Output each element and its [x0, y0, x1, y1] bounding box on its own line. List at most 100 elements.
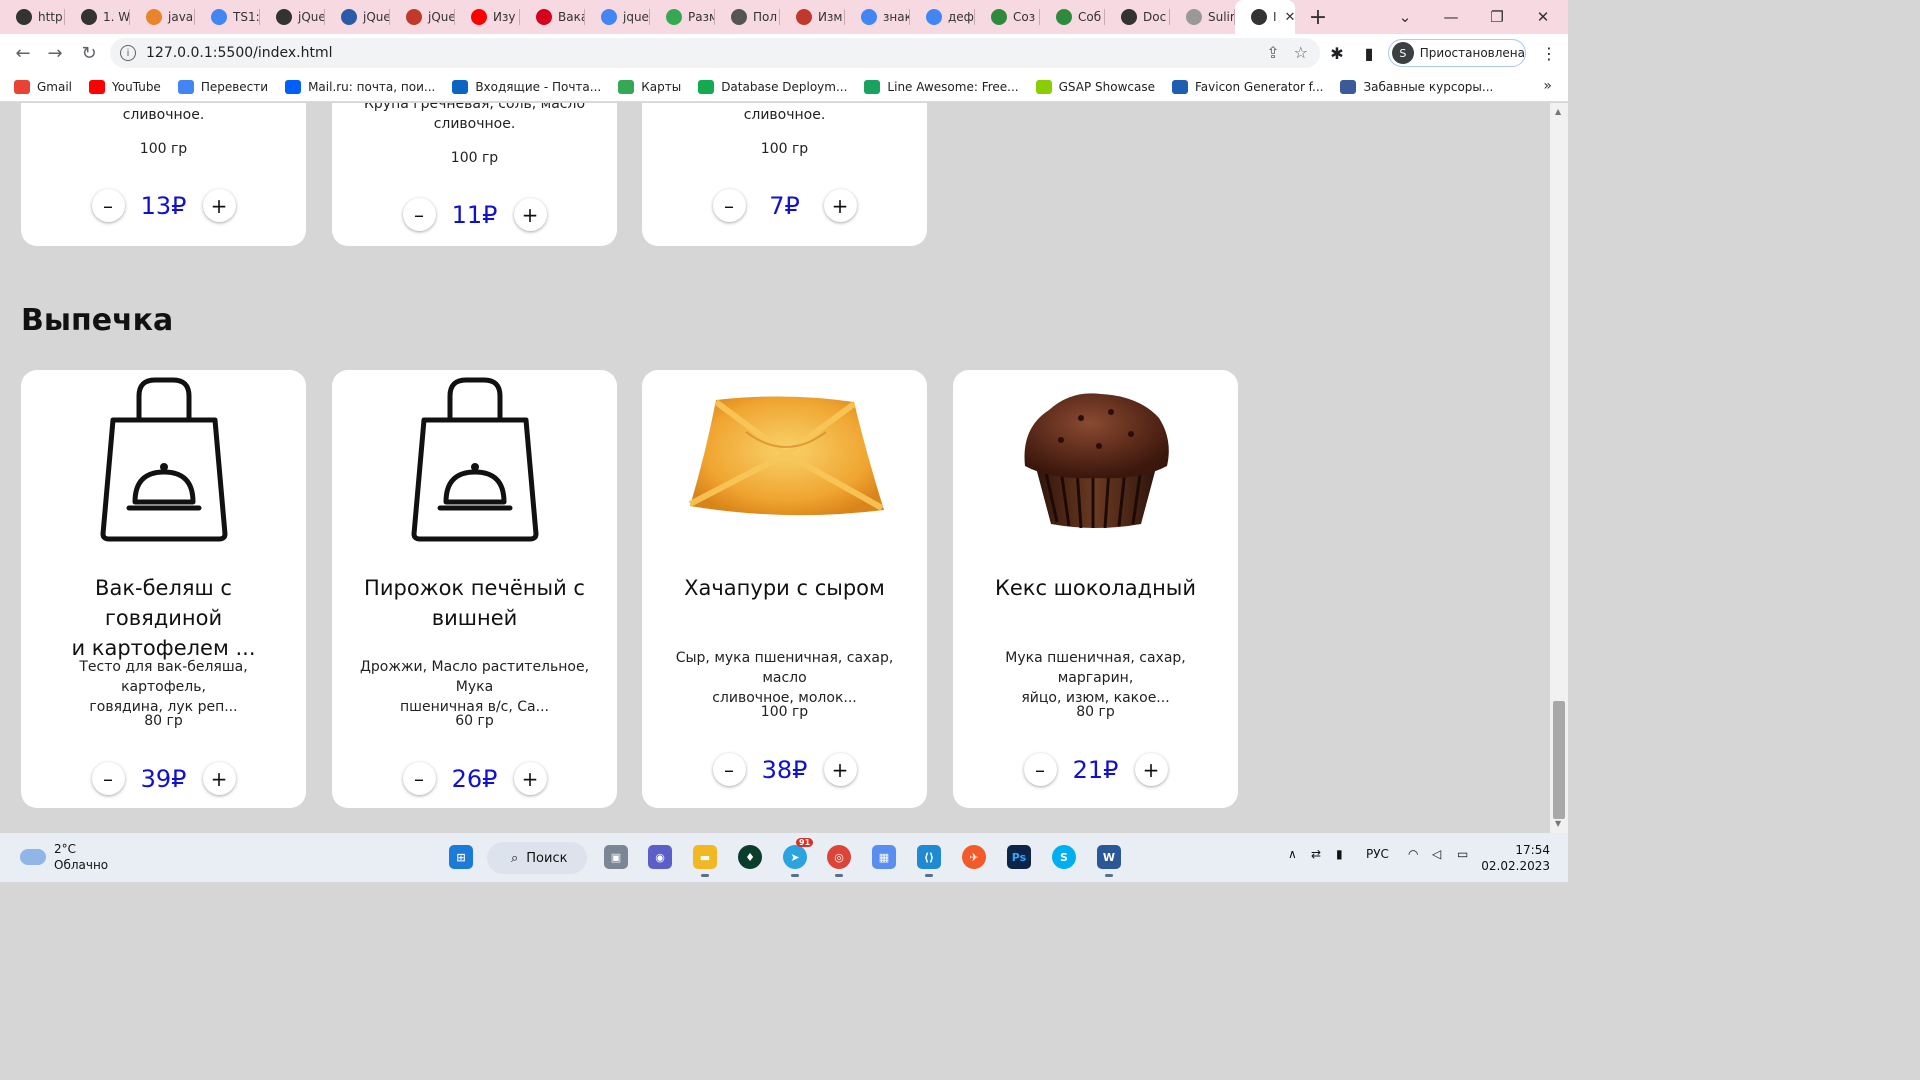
teams-chat-icon[interactable]: ◉ — [648, 845, 672, 869]
bookmark-item[interactable]: Перевести — [177, 79, 268, 94]
bookmark-item[interactable]: Карты — [618, 79, 681, 94]
chrome-icon[interactable]: ◎ — [827, 845, 851, 877]
product-card[interactable]: Вак-беляш с говядиной и картофелем ... Т… — [21, 370, 306, 808]
globe-icon — [1251, 9, 1267, 25]
decrease-button[interactable]: – — [91, 762, 125, 795]
decrease-button[interactable]: – — [712, 189, 746, 222]
language-indicator[interactable]: РУС — [1366, 847, 1389, 861]
page-scrollbar[interactable]: ▲ ▼ — [1550, 103, 1568, 833]
close-window-icon[interactable]: ✕ — [1520, 0, 1566, 34]
bookmark-item[interactable]: Входящие - Почта... — [452, 79, 601, 94]
task-view-icon[interactable]: ▣ — [604, 845, 628, 869]
word-icon[interactable]: W — [1097, 845, 1121, 877]
clock[interactable]: 17:54 02.02.2023 — [1481, 842, 1550, 874]
bookmark-item[interactable]: GSAP Showcase — [1035, 79, 1155, 94]
scroll-down-icon[interactable]: ▼ — [1555, 819, 1561, 828]
decrease-button[interactable]: – — [1023, 753, 1057, 786]
mongodb-compass-icon[interactable]: ♦ — [738, 845, 762, 869]
increase-button[interactable]: + — [513, 762, 547, 795]
browser-tab[interactable]: I ✕ — [1235, 0, 1295, 34]
browser-tab[interactable]: Соб — [1040, 0, 1105, 34]
browser-tab[interactable]: jQue — [390, 0, 455, 34]
product-card[interactable]: Кекс шоколадный Мука пшеничная, сахар, м… — [953, 370, 1238, 808]
scrollbar-thumb[interactable] — [1553, 701, 1565, 819]
browser-tab[interactable]: TS1: — [195, 0, 260, 34]
back-icon[interactable]: ← — [6, 36, 40, 70]
start-icon[interactable]: ⊞ — [449, 845, 473, 869]
weather-widget[interactable]: 2°C Облачно — [20, 841, 108, 873]
decrease-button[interactable]: – — [402, 762, 436, 795]
more-bookmarks-icon[interactable]: » — [1543, 78, 1552, 94]
browser-tab[interactable]: 1. W — [65, 0, 130, 34]
volume-icon[interactable]: ◁ — [1432, 847, 1441, 861]
bookmark-item[interactable]: Gmail — [14, 79, 72, 94]
browser-tab[interactable]: Пол — [715, 0, 780, 34]
bookmark-item[interactable]: Mail.ru: почта, пои... — [285, 79, 435, 94]
profile-button[interactable]: S Приостановлена — [1388, 39, 1526, 67]
menu-icon[interactable]: ⋮ — [1538, 42, 1560, 64]
forward-icon[interactable]: → — [38, 36, 72, 70]
browser-tab[interactable]: jQue — [260, 0, 325, 34]
minimize-icon[interactable]: — — [1428, 0, 1474, 34]
bookmark-item[interactable]: Database Deploym... — [698, 79, 847, 94]
product-card[interactable]: Пирожок печёный с вишней Дрожжи, Масло р… — [332, 370, 617, 808]
google-icon — [926, 9, 942, 25]
bookmark-item[interactable]: Favicon Generator f... — [1171, 79, 1323, 94]
browser-tab[interactable]: Соз — [975, 0, 1040, 34]
increase-button[interactable]: + — [823, 189, 857, 222]
bar-chart-icon[interactable]: ▮ — [1336, 847, 1343, 861]
browser-tab[interactable]: jQue — [325, 0, 390, 34]
network-sync-icon[interactable]: ⇄ — [1311, 847, 1321, 861]
tab-search-icon[interactable]: ⌄ — [1382, 0, 1428, 34]
bookmark-item[interactable]: Забавные курсоры... — [1340, 79, 1493, 94]
browser-tab[interactable]: Изм — [780, 0, 845, 34]
decrease-button[interactable]: – — [91, 189, 125, 222]
increase-button[interactable]: + — [202, 762, 236, 795]
title-line: Вак-беляш с говядиной — [95, 576, 232, 630]
store-icon[interactable]: ▦ — [872, 845, 896, 869]
increase-button[interactable]: + — [1134, 753, 1168, 786]
browser-tab[interactable]: http — [0, 0, 65, 34]
browser-tab[interactable]: jque — [585, 0, 650, 34]
reload-icon[interactable]: ↻ — [72, 36, 106, 70]
wifi-icon[interactable]: ◠ — [1408, 847, 1418, 861]
increase-button[interactable]: + — [202, 189, 236, 222]
browser-tab[interactable]: Разм — [650, 0, 715, 34]
browser-tab[interactable]: Изу — [455, 0, 520, 34]
taskbar-search[interactable]: ⌕ Поиск — [487, 842, 587, 874]
chevron-up-icon[interactable]: ∧ — [1288, 847, 1297, 861]
decrease-button[interactable]: – — [712, 753, 746, 786]
share-icon[interactable]: ⇪ — [1266, 43, 1279, 62]
address-bar[interactable]: i 127.0.0.1:5500/index.html ⇪ ☆ — [110, 38, 1320, 68]
postman-icon[interactable]: ✈ — [962, 845, 986, 869]
product-price: 13₽ — [140, 191, 187, 220]
decrease-button[interactable]: – — [402, 198, 436, 231]
bookmark-star-icon[interactable]: ☆ — [1294, 43, 1308, 62]
browser-tab[interactable]: деф — [910, 0, 975, 34]
close-tab-icon[interactable]: ✕ — [1285, 10, 1295, 25]
bookmark-item[interactable]: YouTube — [89, 79, 161, 94]
increase-button[interactable]: + — [823, 753, 857, 786]
battery-icon[interactable]: ▭ — [1457, 847, 1468, 861]
browser-tab[interactable]: Sulir — [1170, 0, 1235, 34]
browser-tab[interactable]: Doc — [1105, 0, 1170, 34]
browser-tab[interactable]: java — [130, 0, 195, 34]
vscode-icon[interactable]: ⟨⟩ — [917, 845, 941, 877]
scroll-up-icon[interactable]: ▲ — [1555, 107, 1561, 116]
telegram-icon[interactable]: ➤ 91 — [783, 838, 814, 877]
site-info-icon[interactable]: i — [120, 45, 136, 61]
side-panel-icon[interactable]: ▮ — [1358, 42, 1380, 64]
file-explorer-icon[interactable]: ▬ — [693, 845, 717, 877]
bookmark-item[interactable]: Line Awesome: Free... — [864, 79, 1019, 94]
browser-tab[interactable]: знак — [845, 0, 910, 34]
ingredients-line: Сыр, мука пшеничная, сахар, масло — [675, 650, 894, 686]
skype-icon[interactable]: S — [1052, 845, 1076, 869]
increase-button[interactable]: + — [513, 198, 547, 231]
new-tab-button[interactable]: + — [1303, 2, 1333, 32]
bookmark-list: Gmail YouTube Перевести Mail.ru: почта, пои… — [14, 79, 1510, 94]
browser-tab[interactable]: Вака — [520, 0, 585, 34]
restore-icon[interactable]: ❐ — [1474, 0, 1520, 34]
photoshop-icon[interactable]: Ps — [1007, 845, 1031, 869]
product-card[interactable]: Хачапури с сыром Сыр, мука пшеничная, са… — [642, 370, 927, 808]
extensions-icon[interactable]: ✱ — [1326, 42, 1348, 64]
